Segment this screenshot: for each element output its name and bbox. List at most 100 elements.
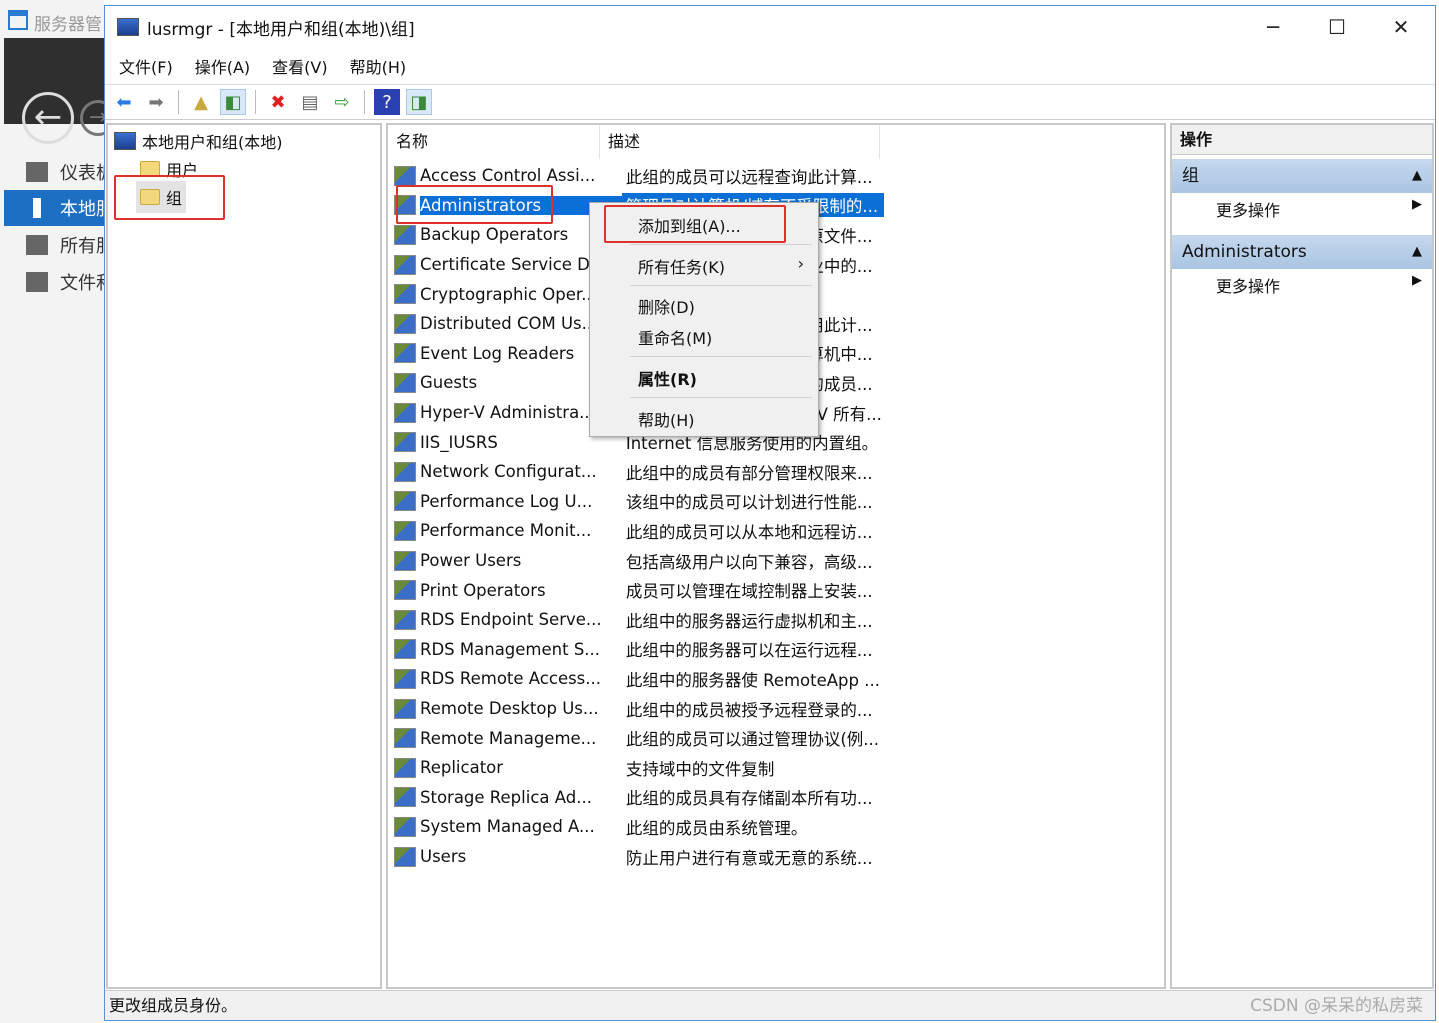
- group-icon: [394, 402, 416, 423]
- highlight-box: [604, 205, 786, 243]
- action-label: 更多操作: [1216, 201, 1281, 220]
- group-row[interactable]: Users 防止用户进行有意或无意的系统...: [394, 842, 884, 872]
- close-button[interactable]: ✕: [1369, 6, 1433, 48]
- group-icon: [394, 254, 416, 275]
- group-name: Performance Log U...: [420, 491, 593, 511]
- menu-label: 所有任务(K): [638, 258, 725, 277]
- group-row[interactable]: Performance Log U... 该组中的成员可以计划进行性能...: [394, 487, 884, 517]
- group-row[interactable]: Remote Manageme... 此组的成员可以通过管理协议(例...: [394, 723, 884, 753]
- action-label: 更多操作: [1216, 277, 1281, 296]
- nav-label: 文件和存储服务: [60, 273, 104, 294]
- more-actions-administrators[interactable]: 更多操作 ▶: [1216, 273, 1422, 297]
- toolbar-separator: [364, 90, 365, 114]
- nav-all-servers[interactable]: 所有服务器: [4, 227, 104, 263]
- group-icon: [394, 639, 416, 660]
- menu-item-help[interactable]: 帮助(H): [638, 407, 695, 431]
- menu-view[interactable]: 查看(V): [272, 54, 327, 78]
- arrow-right-icon: ▶: [1412, 273, 1422, 288]
- group-name: Power Users: [420, 551, 522, 571]
- group-row[interactable]: RDS Endpoint Serve... 此组中的服务器运行虚拟机和主...: [394, 605, 884, 635]
- nav-local-server[interactable]: 本地服务器: [4, 190, 104, 226]
- show-hide-action-pane-icon[interactable]: ◨: [406, 89, 432, 115]
- group-name: System Managed A...: [420, 817, 595, 837]
- delete-icon[interactable]: ✖: [265, 89, 291, 115]
- window-title: lusrmgr - [本地用户和组(本地)\组]: [147, 19, 415, 40]
- properties-icon[interactable]: ▤: [297, 89, 323, 115]
- actions-section-administrators[interactable]: Administrators ▲: [1172, 235, 1432, 269]
- minimize-button[interactable]: ─: [1241, 6, 1305, 48]
- nav-dashboard[interactable]: 仪表板: [4, 154, 104, 190]
- lusrmgr-window: lusrmgr - [本地用户和组(本地)\组] ─ ☐ ✕ 文件(F) 操作(…: [104, 5, 1436, 1021]
- menu-item-properties[interactable]: 属性(R): [638, 366, 697, 390]
- group-row[interactable]: Remote Desktop Us... 此组中的成员被授予远程登录的...: [394, 694, 884, 724]
- group-name: RDS Endpoint Serve...: [420, 610, 602, 630]
- tree-label: 本地用户和组(本地): [142, 133, 283, 152]
- menu-action[interactable]: 操作(A): [195, 54, 250, 78]
- group-icon: [394, 491, 416, 512]
- group-row[interactable]: Replicator 支持域中的文件复制: [394, 753, 884, 783]
- group-icon: [394, 787, 416, 808]
- group-row[interactable]: Network Configurat... 此组中的成员有部分管理权限来...: [394, 457, 884, 487]
- collapse-icon[interactable]: ▲: [1412, 235, 1422, 269]
- collapse-icon[interactable]: ▲: [1412, 159, 1422, 193]
- actions-section-groups[interactable]: 组 ▲: [1172, 159, 1432, 193]
- actions-title: 操作: [1172, 125, 1432, 155]
- group-row[interactable]: Print Operators 成员可以管理在域控制器上安装...: [394, 575, 884, 605]
- forward-icon[interactable]: ➡: [143, 89, 169, 115]
- menu-separator: [630, 285, 812, 286]
- menu-item-rename[interactable]: 重命名(M): [638, 325, 712, 349]
- servers-icon: [26, 235, 48, 255]
- group-icon: [394, 580, 416, 601]
- storage-icon: [26, 272, 48, 292]
- nav-label: 所有服务器: [60, 236, 104, 257]
- back-icon[interactable]: ⬅: [111, 89, 137, 115]
- menu-item-delete[interactable]: 删除(D): [638, 294, 695, 318]
- show-hide-tree-icon[interactable]: ◧: [220, 89, 246, 115]
- group-icon: [394, 432, 416, 453]
- group-icon: [394, 313, 416, 334]
- menu-item-all-tasks[interactable]: 所有任务(K) ›: [638, 254, 804, 278]
- nav-label: 仪表板: [60, 163, 104, 184]
- column-header-description[interactable]: 描述: [600, 125, 880, 159]
- back-arrow-icon[interactable]: ←: [22, 92, 74, 144]
- arrow-right-icon: ▶: [1412, 197, 1422, 212]
- group-name: Users: [420, 847, 467, 867]
- group-icon: [394, 668, 416, 689]
- group-description: 防止用户进行有意或无意的系统...: [625, 848, 873, 868]
- server-manager-background: 服务器管 ← → 仪表板 本地服务器 所有服务器 文件和存储服务: [0, 0, 116, 1023]
- highlight-box: [114, 175, 225, 220]
- status-text: 更改组成员身份。: [109, 996, 238, 1015]
- menu-separator: [630, 244, 812, 245]
- toolbar-separator: [255, 90, 256, 114]
- group-description: 此组的成员可以远程查询此计算...: [625, 167, 873, 187]
- group-row[interactable]: Storage Replica Ad... 此组的成员具有存储副本所有功...: [394, 783, 884, 813]
- maximize-button[interactable]: ☐: [1305, 6, 1369, 48]
- up-folder-icon[interactable]: ▲: [188, 89, 214, 115]
- group-row[interactable]: RDS Remote Access... 此组中的服务器使 RemoteApp .…: [394, 664, 884, 694]
- help-icon[interactable]: ?: [374, 89, 400, 115]
- actions-pane: 操作 组 ▲ 更多操作 ▶ Administrators ▲ 更多操作 ▶: [1170, 123, 1434, 989]
- menu-help[interactable]: 帮助(H): [350, 54, 407, 78]
- section-title: 组: [1182, 166, 1199, 186]
- nav-file-storage[interactable]: 文件和存储服务: [4, 264, 104, 300]
- export-list-icon[interactable]: ⇨: [329, 89, 355, 115]
- status-bar: 更改组成员身份。 CSDN @呆呆的私房菜: [105, 990, 1435, 1020]
- group-description: 此组中的成员被授予远程登录的...: [625, 700, 873, 720]
- group-row[interactable]: RDS Management S... 此组中的服务器可以在运行远程...: [394, 635, 884, 665]
- column-header-name[interactable]: 名称: [388, 125, 600, 159]
- menu-file[interactable]: 文件(F): [119, 54, 173, 78]
- context-menu: 添加到组(A)... 所有任务(K) › 删除(D) 重命名(M) 属性(R) 帮…: [589, 202, 819, 437]
- group-name: Network Configurat...: [420, 462, 597, 482]
- server-manager-header: ← →: [4, 38, 116, 144]
- group-row[interactable]: Performance Monit... 此组的成员可以从本地和远程访...: [394, 516, 884, 546]
- group-row[interactable]: Power Users 包括高级用户以向下兼容，高级...: [394, 546, 884, 576]
- group-name: RDS Remote Access...: [420, 669, 602, 689]
- tree-root[interactable]: 本地用户和组(本地): [114, 129, 283, 153]
- group-icon: [394, 846, 416, 867]
- more-actions-groups[interactable]: 更多操作 ▶: [1216, 197, 1422, 221]
- group-icon: [394, 461, 416, 482]
- group-row[interactable]: System Managed A... 此组的成员由系统管理。: [394, 812, 884, 842]
- dashboard-icon: [26, 162, 48, 182]
- list-header: 名称 描述: [388, 125, 880, 159]
- group-description: 此组中的服务器使 RemoteApp ...: [625, 670, 880, 690]
